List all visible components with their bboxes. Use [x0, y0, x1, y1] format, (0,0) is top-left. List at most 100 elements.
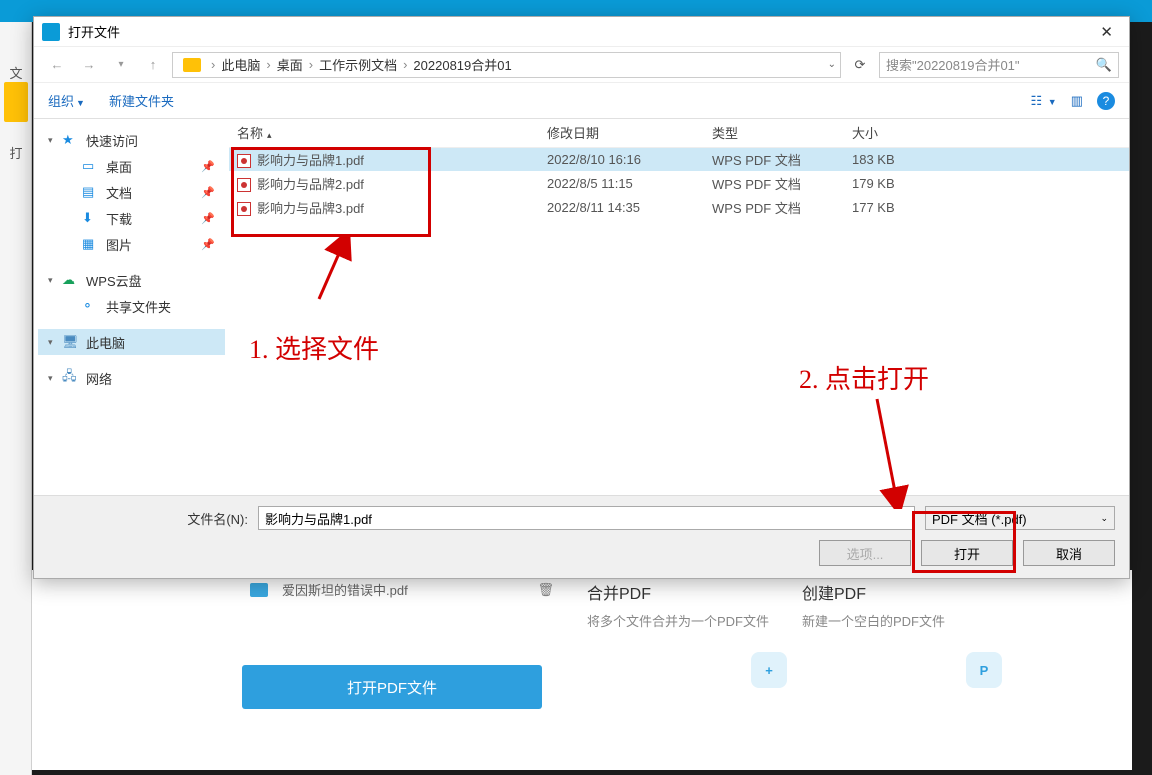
- breadcrumb[interactable]: › 此电脑 › 桌面 › 工作示例文档 › 20220819合并01 ⌄: [172, 52, 841, 78]
- search-input[interactable]: 搜索"20220819合并01" 🔍: [879, 52, 1119, 78]
- merge-pdf-icon[interactable]: +: [751, 652, 787, 688]
- sidebar-label: 快速访问: [86, 131, 138, 150]
- new-folder-button[interactable]: 新建文件夹: [109, 91, 174, 110]
- forward-button[interactable]: →: [76, 52, 102, 78]
- annotation-text-1: 1. 选择文件: [249, 329, 379, 366]
- sidebar-icon: 🖥: [62, 334, 80, 350]
- sidebar-icon: 🖧: [62, 367, 80, 389]
- pdf-icon: [237, 154, 251, 168]
- chevron-down-icon[interactable]: ⌄: [828, 59, 836, 70]
- dialog-title: 打开文件: [68, 22, 120, 41]
- open-file-dialog: 打开文件 ✕ ← → ▾ ↑ › 此电脑 › 桌面 › 工作示例文档 › 202…: [33, 16, 1130, 579]
- sidebar-item[interactable]: ▤ 文档 📌: [38, 179, 225, 205]
- sidebar-icon: ▦: [82, 236, 100, 252]
- recent-file-name: 爱因斯坦的错误中.pdf: [282, 580, 408, 599]
- app-left-toolbar: 文 打: [0, 22, 32, 775]
- filename-input[interactable]: [258, 506, 915, 530]
- sidebar-label: 此电脑: [86, 333, 125, 352]
- expand-icon[interactable]: ▾: [48, 373, 62, 384]
- sidebar-item[interactable]: ⬇ 下载 📌: [38, 205, 225, 231]
- sidebar-label: WPS云盘: [86, 271, 142, 290]
- folder-icon: [183, 58, 201, 72]
- crumb-seg[interactable]: 此电脑: [219, 53, 262, 76]
- pin-icon: 📌: [201, 212, 215, 225]
- card-desc: 新建一个空白的PDF文件: [802, 612, 1002, 632]
- file-icon: [250, 583, 268, 597]
- sidebar-item[interactable]: ▾★ 快速访问: [38, 127, 225, 153]
- sidebar-icon: ★: [62, 132, 80, 148]
- pin-icon: 📌: [201, 186, 215, 199]
- view-mode-button[interactable]: ☷ ▼: [1031, 93, 1057, 109]
- nav-bar: ← → ▾ ↑ › 此电脑 › 桌面 › 工作示例文档 › 20220819合并…: [34, 47, 1129, 83]
- sidebar-label: 图片: [106, 235, 132, 254]
- folder-icon: [4, 82, 28, 122]
- search-icon[interactable]: 🔍: [1096, 57, 1112, 73]
- sidebar-label: 桌面: [106, 157, 132, 176]
- dialog-app-icon: [42, 23, 60, 41]
- file-type-filter[interactable]: PDF 文档 (*.pdf) ⌄: [925, 506, 1115, 530]
- preview-pane-button[interactable]: ▥: [1071, 93, 1083, 109]
- options-button[interactable]: 选项...: [819, 540, 911, 566]
- history-dropdown[interactable]: ▾: [108, 52, 134, 78]
- filename-label: 文件名(N):: [48, 509, 248, 528]
- sidebar-item[interactable]: ▦ 图片 📌: [38, 231, 225, 257]
- pdf-icon: [237, 202, 251, 216]
- crumb-seg[interactable]: 桌面: [275, 53, 305, 76]
- file-row[interactable]: 影响力与品牌1.pdf2022/8/10 16:16WPS PDF 文档183 …: [229, 147, 1129, 171]
- sidebar-icon: ⚬: [82, 298, 100, 314]
- toolbar: 组织▼ 新建文件夹 ☷ ▼ ▥ ?: [34, 83, 1129, 119]
- sidebar-item[interactable]: ▭ 桌面 📌: [38, 153, 225, 179]
- annotation-text-2: 2. 点击打开: [799, 359, 929, 396]
- open-button[interactable]: 打开: [921, 540, 1013, 566]
- sidebar-icon: ⬇: [82, 210, 100, 226]
- delete-icon[interactable]: 🗑: [537, 582, 554, 598]
- crumb-seg[interactable]: 工作示例文档: [317, 53, 399, 76]
- dialog-footer: 文件名(N): PDF 文档 (*.pdf) ⌄ 选项... 打开 取消: [34, 495, 1129, 578]
- cancel-button[interactable]: 取消: [1023, 540, 1115, 566]
- sidebar-icon: ▭: [82, 158, 100, 174]
- col-size[interactable]: 大小: [844, 119, 1129, 147]
- pdf-icon: [237, 178, 251, 192]
- sidebar-icon: ▤: [82, 184, 100, 200]
- organize-menu[interactable]: 组织▼: [48, 91, 85, 110]
- search-placeholder: 搜索"20220819合并01": [886, 55, 1020, 74]
- sidebar-item[interactable]: ⚬ 共享文件夹: [38, 293, 225, 319]
- up-button[interactable]: ↑: [140, 52, 166, 78]
- card-desc: 将多个文件合并为一个PDF文件: [587, 612, 787, 632]
- col-name[interactable]: 名称: [229, 119, 539, 147]
- help-icon[interactable]: ?: [1097, 92, 1115, 110]
- expand-icon[interactable]: ▾: [48, 135, 62, 146]
- crumb-seg[interactable]: 20220819合并01: [411, 53, 513, 76]
- close-icon[interactable]: ✕: [1092, 19, 1121, 45]
- sidebar-label: 共享文件夹: [106, 297, 171, 316]
- card-title: 创建PDF: [802, 580, 1002, 604]
- file-row[interactable]: 影响力与品牌3.pdf2022/8/11 14:35WPS PDF 文档177 …: [229, 195, 1129, 219]
- col-date[interactable]: 修改日期: [539, 119, 704, 147]
- sidebar: ▾★快速访问▭桌面📌▤文档📌⬇下载📌▦图片📌▾☁WPS云盘⚬共享文件夹▾🖥此电脑…: [34, 119, 229, 509]
- card-title: 合并PDF: [587, 580, 787, 604]
- sidebar-label: 下载: [106, 209, 132, 228]
- sidebar-icon: ☁: [62, 272, 80, 288]
- pin-icon: 📌: [201, 238, 215, 251]
- file-row[interactable]: 影响力与品牌2.pdf2022/8/5 11:15WPS PDF 文档179 K…: [229, 171, 1129, 195]
- background-page: 爱因斯坦的错误中.pdf 🗑 打开PDF文件 合并PDF 将多个文件合并为一个P…: [32, 570, 1132, 770]
- filter-value: PDF 文档 (*.pdf): [932, 509, 1100, 528]
- annotation-arrow-2: [837, 394, 917, 509]
- toolbar-label-2: 打: [0, 132, 32, 172]
- col-type[interactable]: 类型: [704, 119, 844, 147]
- back-button[interactable]: ←: [44, 52, 70, 78]
- sidebar-label: 网络: [86, 369, 112, 388]
- create-pdf-icon[interactable]: P: [966, 652, 1002, 688]
- chevron-down-icon: ⌄: [1100, 513, 1108, 524]
- file-list: 名称 修改日期 类型 大小 影响力与品牌1.pdf2022/8/10 16:16…: [229, 119, 1129, 509]
- open-pdf-button[interactable]: 打开PDF文件: [242, 665, 542, 709]
- annotation-arrow-1: [299, 234, 359, 304]
- expand-icon[interactable]: ▾: [48, 275, 62, 286]
- expand-icon[interactable]: ▾: [48, 337, 62, 348]
- sidebar-label: 文档: [106, 183, 132, 202]
- pin-icon: 📌: [201, 160, 215, 173]
- refresh-button[interactable]: ⟳: [847, 57, 873, 73]
- sidebar-item[interactable]: ▾🖧 网络: [38, 365, 225, 391]
- sidebar-item[interactable]: ▾🖥 此电脑: [38, 329, 225, 355]
- sidebar-item[interactable]: ▾☁ WPS云盘: [38, 267, 225, 293]
